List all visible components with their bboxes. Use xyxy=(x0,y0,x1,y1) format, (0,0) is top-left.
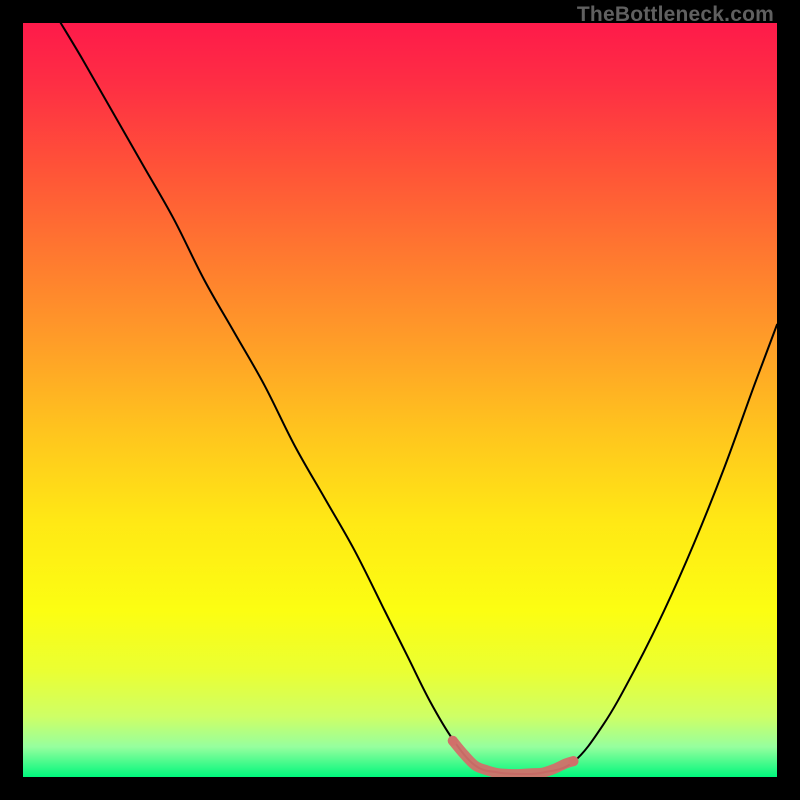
chart-background xyxy=(23,23,777,777)
bottleneck-chart xyxy=(23,23,777,777)
chart-svg xyxy=(23,23,777,777)
optimal-band-endpoint xyxy=(448,736,458,746)
optimal-band-endpoint xyxy=(568,756,578,766)
